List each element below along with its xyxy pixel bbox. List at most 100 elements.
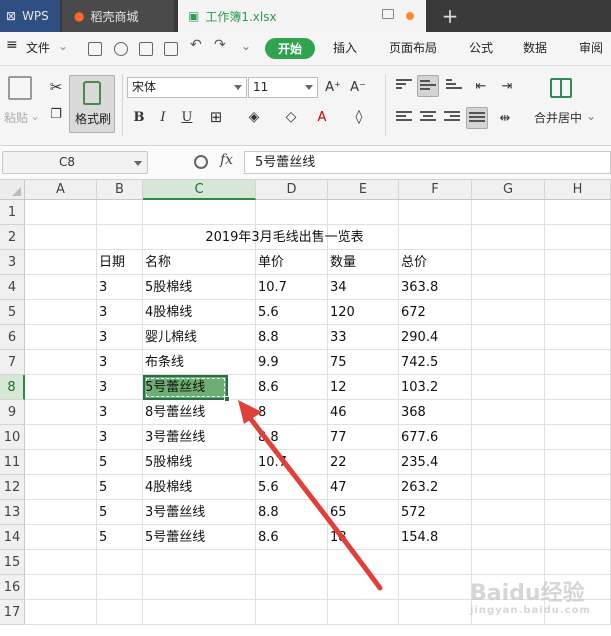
cell[interactable] <box>472 500 545 525</box>
cut-icon[interactable]: ✂ <box>45 76 67 98</box>
merge-center-button[interactable]: 合并居中 <box>534 109 582 126</box>
data-cell[interactable]: 120 <box>328 300 399 325</box>
data-cell[interactable]: 5号蕾丝线 <box>143 525 256 550</box>
cell[interactable] <box>328 600 399 625</box>
menu-review[interactable]: 审阅 <box>579 39 603 56</box>
data-cell[interactable]: 3号蕾丝线 <box>143 425 256 450</box>
cell[interactable] <box>25 275 97 300</box>
cell[interactable] <box>545 500 611 525</box>
sheet-title[interactable]: 2019年3月毛线出售一览表 <box>97 225 472 250</box>
data-cell[interactable]: 677.6 <box>399 425 472 450</box>
bold-button[interactable]: B <box>128 106 150 128</box>
menu-formula[interactable]: 公式 <box>469 39 493 56</box>
data-cell[interactable]: 4股棉线 <box>143 300 256 325</box>
cell[interactable] <box>472 450 545 475</box>
cell[interactable] <box>472 200 545 225</box>
data-cell[interactable]: 3 <box>97 425 143 450</box>
cell[interactable] <box>25 350 97 375</box>
data-cell[interactable]: 5.6 <box>256 475 328 500</box>
cell[interactable] <box>25 425 97 450</box>
align-middle-button[interactable] <box>417 75 439 97</box>
cell[interactable] <box>472 425 545 450</box>
cell[interactable] <box>545 200 611 225</box>
data-cell[interactable]: 46 <box>328 400 399 425</box>
header-cell[interactable]: 数量 <box>328 250 399 275</box>
row-header-8[interactable]: 8 <box>0 375 25 400</box>
cell[interactable] <box>256 575 328 600</box>
cell[interactable] <box>545 525 611 550</box>
data-cell[interactable]: 3 <box>97 375 143 400</box>
row-header-17[interactable]: 17 <box>0 600 25 625</box>
align-left-icon[interactable] <box>396 111 412 124</box>
row-header-2[interactable]: 2 <box>0 225 25 250</box>
name-box[interactable]: C8 <box>2 151 148 174</box>
data-cell[interactable]: 10.7 <box>256 450 328 475</box>
cell[interactable] <box>399 550 472 575</box>
cell[interactable] <box>472 350 545 375</box>
justify-button[interactable] <box>466 107 488 129</box>
cell[interactable] <box>399 600 472 625</box>
fx-icon[interactable]: fx <box>220 152 233 168</box>
row-header-3[interactable]: 3 <box>0 250 25 275</box>
cell[interactable] <box>25 250 97 275</box>
data-cell[interactable]: 4股棉线 <box>143 475 256 500</box>
cell[interactable] <box>97 600 143 625</box>
print-icon[interactable] <box>139 42 153 56</box>
cell[interactable] <box>25 575 97 600</box>
cell[interactable] <box>97 200 143 225</box>
cell[interactable] <box>143 200 256 225</box>
paste-button[interactable]: 粘贴 <box>4 109 28 126</box>
cell[interactable] <box>545 475 611 500</box>
cell[interactable] <box>399 200 472 225</box>
column-header-h[interactable]: H <box>545 180 611 200</box>
italic-button[interactable]: I <box>152 106 174 128</box>
cell[interactable] <box>472 400 545 425</box>
cell[interactable] <box>472 475 545 500</box>
hamburger-menu-icon[interactable]: ≡ <box>6 37 18 53</box>
data-cell[interactable]: 3 <box>97 350 143 375</box>
cell[interactable] <box>472 550 545 575</box>
align-top-icon[interactable] <box>396 79 412 92</box>
tab-wps[interactable]: ⊠ WPS <box>0 0 60 32</box>
underline-button[interactable]: U <box>176 106 198 128</box>
copy-icon[interactable]: ❐ <box>45 103 67 125</box>
cell[interactable] <box>545 225 611 250</box>
data-cell[interactable]: 235.4 <box>399 450 472 475</box>
menu-page-layout[interactable]: 页面布局 <box>389 39 437 56</box>
cell[interactable] <box>143 575 256 600</box>
print-preview-icon[interactable] <box>164 42 178 56</box>
data-cell[interactable]: 5.6 <box>256 300 328 325</box>
cell[interactable] <box>25 525 97 550</box>
save-icon[interactable] <box>88 42 102 56</box>
header-cell[interactable]: 日期 <box>97 250 143 275</box>
data-cell[interactable]: 8.6 <box>256 375 328 400</box>
row-header-9[interactable]: 9 <box>0 400 25 425</box>
data-cell[interactable]: 22 <box>328 450 399 475</box>
row-header-12[interactable]: 12 <box>0 475 25 500</box>
cell[interactable] <box>328 200 399 225</box>
zoom-icon[interactable] <box>194 155 208 169</box>
data-cell[interactable]: 368 <box>399 400 472 425</box>
row-header-11[interactable]: 11 <box>0 450 25 475</box>
data-cell[interactable]: 3 <box>97 300 143 325</box>
data-cell[interactable]: 3号蕾丝线 <box>143 500 256 525</box>
data-cell[interactable]: 65 <box>328 500 399 525</box>
cell[interactable] <box>25 300 97 325</box>
row-header-5[interactable]: 5 <box>0 300 25 325</box>
increase-font-icon[interactable]: A⁺ <box>322 76 344 98</box>
font-color-icon[interactable]: A <box>311 106 333 128</box>
data-cell[interactable]: 154.8 <box>399 525 472 550</box>
row-header-4[interactable]: 4 <box>0 275 25 300</box>
cell[interactable] <box>472 300 545 325</box>
tab-store[interactable]: ● 稻壳商城 <box>62 0 174 32</box>
row-header-10[interactable]: 10 <box>0 425 25 450</box>
row-header-6[interactable]: 6 <box>0 325 25 350</box>
menu-start[interactable]: 开始 <box>265 38 315 59</box>
data-cell[interactable]: 34 <box>328 275 399 300</box>
column-header-f[interactable]: F <box>399 180 472 200</box>
data-cell[interactable]: 33 <box>328 325 399 350</box>
column-header-c[interactable]: C <box>143 180 256 200</box>
cell[interactable] <box>25 400 97 425</box>
data-cell[interactable]: 572 <box>399 500 472 525</box>
column-header-a[interactable]: A <box>25 180 97 200</box>
